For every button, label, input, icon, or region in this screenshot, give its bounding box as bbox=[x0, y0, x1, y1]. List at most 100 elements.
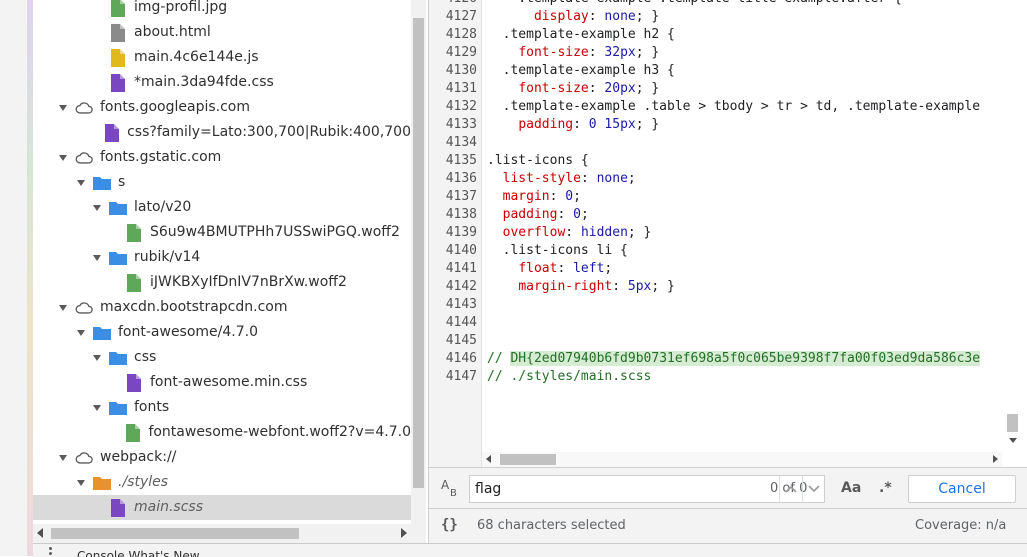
expand-arrow-icon[interactable] bbox=[75, 177, 87, 189]
code-line: 4131 font-size: 20px; } bbox=[429, 80, 1027, 98]
code-line: 4139 overflow: hidden; } bbox=[429, 224, 1027, 242]
tree-item[interactable]: css bbox=[33, 345, 411, 370]
tree-item-label: s bbox=[118, 174, 126, 190]
folder-icon bbox=[109, 399, 127, 417]
code-line: 4143 bbox=[429, 296, 1027, 314]
tree-item[interactable]: fontawesome-webfont.woff2?v=4.7.0 bbox=[33, 420, 411, 445]
code-text[interactable]: .template-example .template-title-exampl… bbox=[487, 0, 902, 8]
tree-item[interactable]: webpack:// bbox=[33, 445, 411, 470]
coverage-status[interactable]: Coverage: n/a bbox=[915, 518, 1006, 533]
line-number: 4130 bbox=[445, 63, 477, 78]
editor-vscroll-thumb[interactable] bbox=[1007, 414, 1018, 432]
tree-item-label: css?family=Lato:300,700|Rubik:400,700 bbox=[127, 124, 411, 140]
expand-arrow-icon[interactable] bbox=[57, 152, 69, 164]
editor-vertical-scrollbar[interactable] bbox=[1004, 0, 1022, 450]
tree-item[interactable]: main.scss bbox=[33, 495, 411, 520]
tree-item[interactable]: about.html bbox=[33, 20, 411, 45]
editor-horizontal-scrollbar[interactable] bbox=[482, 452, 1002, 467]
line-number: 4128 bbox=[445, 27, 477, 42]
pretty-print-button[interactable]: {} bbox=[441, 517, 458, 533]
code-text[interactable]: margin: 0; bbox=[487, 188, 581, 206]
code-text[interactable]: overflow: hidden; } bbox=[487, 224, 652, 242]
line-number: 4138 bbox=[445, 207, 477, 222]
code-line: 4132 .template-example .table > tbody > … bbox=[429, 98, 1027, 116]
css-file-icon bbox=[103, 123, 120, 142]
replace-toggle-icon[interactable]: AB bbox=[441, 478, 461, 500]
tree-item[interactable]: font-awesome/4.7.0 bbox=[33, 320, 411, 345]
expand-arrow-icon[interactable] bbox=[57, 302, 69, 314]
line-number: 4139 bbox=[445, 225, 477, 240]
tree-item[interactable]: maxcdn.bootstrapcdn.com bbox=[33, 295, 411, 320]
code-text[interactable]: list-style: none; bbox=[487, 170, 636, 188]
tree-vertical-scrollbar[interactable] bbox=[411, 0, 426, 543]
tree-item[interactable]: main.4c6e144e.js bbox=[33, 45, 411, 70]
scroll-left-arrow-icon[interactable] bbox=[486, 455, 491, 463]
code-line: 4135 .list-icons { bbox=[429, 152, 1027, 170]
expand-arrow-icon[interactable] bbox=[57, 452, 69, 464]
next-match-button[interactable] bbox=[802, 476, 825, 502]
expand-arrow-icon[interactable] bbox=[91, 202, 103, 214]
editor-hscroll-thumb[interactable] bbox=[500, 454, 556, 465]
tree-item[interactable]: s bbox=[33, 170, 411, 195]
folder-icon bbox=[109, 349, 127, 367]
tree-item-label: S6u9w4BMUTPHh7USSwiPGQ.woff2 bbox=[150, 224, 400, 240]
code-text[interactable]: display: none; } bbox=[487, 8, 659, 26]
code-text[interactable]: margin-right: 5px; } bbox=[487, 278, 675, 296]
tree-item-label: font-awesome/4.7.0 bbox=[118, 324, 258, 340]
code-line: 4145 bbox=[429, 332, 1027, 350]
expand-arrow-icon[interactable] bbox=[57, 102, 69, 114]
code-line: 4134 bbox=[429, 134, 1027, 152]
scroll-down-arrow-icon[interactable] bbox=[1009, 438, 1017, 443]
tree-item[interactable]: fonts.gstatic.com bbox=[33, 145, 411, 170]
code-text[interactable]: font-size: 32px; } bbox=[487, 44, 659, 62]
code-line: 4144 bbox=[429, 314, 1027, 332]
tree-item[interactable]: fonts.googleapis.com bbox=[33, 95, 411, 120]
chevron-up-icon bbox=[785, 485, 797, 493]
scroll-left-arrow-icon[interactable] bbox=[37, 528, 43, 538]
tree-vscroll-thumb[interactable] bbox=[413, 18, 424, 488]
tree-item[interactable]: S6u9w4BMUTPHh7USSwiPGQ.woff2 bbox=[33, 220, 411, 245]
tree-hscroll-thumb[interactable] bbox=[51, 528, 299, 539]
expand-arrow-icon[interactable] bbox=[91, 352, 103, 364]
expand-arrow-icon[interactable] bbox=[91, 252, 103, 264]
search-bar: AB 0 of 0 Aa .* Cancel bbox=[429, 467, 1027, 509]
regex-toggle[interactable]: .* bbox=[879, 480, 892, 496]
match-case-toggle[interactable]: Aa bbox=[841, 480, 861, 496]
cancel-button[interactable]: Cancel bbox=[908, 475, 1016, 503]
code-text[interactable]: padding: 0; bbox=[487, 206, 589, 224]
code-text[interactable]: .list-icons { bbox=[487, 152, 589, 170]
code-text[interactable]: // ./styles/main.scss bbox=[487, 368, 651, 386]
scroll-right-arrow-icon[interactable] bbox=[993, 455, 998, 463]
tree-item[interactable]: *main.3da94fde.css bbox=[33, 70, 411, 95]
code-text[interactable]: // DH{2ed07940b6fd9b0731ef698a5f0c065be9… bbox=[487, 350, 981, 368]
tree-horizontal-scrollbar[interactable] bbox=[33, 524, 411, 543]
scroll-right-arrow-icon[interactable] bbox=[401, 528, 407, 538]
code-line: 4147 // ./styles/main.scss bbox=[429, 368, 1027, 386]
previous-match-button[interactable] bbox=[779, 476, 802, 502]
tree-item[interactable]: fonts bbox=[33, 395, 411, 420]
expand-arrow-icon[interactable] bbox=[75, 477, 87, 489]
code-text[interactable]: float: left; bbox=[487, 260, 612, 278]
bottom-drawer: Console What's New ... bbox=[33, 543, 1027, 557]
expand-arrow-icon[interactable] bbox=[91, 402, 103, 414]
code-text[interactable]: padding: 0 15px; } bbox=[487, 116, 659, 134]
search-field[interactable]: 0 of 0 bbox=[469, 475, 825, 503]
code-line: 4133 padding: 0 15px; } bbox=[429, 116, 1027, 134]
code-text[interactable]: font-size: 20px; } bbox=[487, 80, 659, 98]
folder-icon bbox=[109, 249, 127, 267]
code-text[interactable]: .template-example h2 { bbox=[487, 26, 675, 44]
tree-item[interactable]: ./styles bbox=[33, 470, 411, 495]
tree-item[interactable]: rubik/v14 bbox=[33, 245, 411, 270]
tree-item[interactable]: lato/v20 bbox=[33, 195, 411, 220]
code-text[interactable]: .template-example .table > tbody > tr > … bbox=[487, 98, 980, 116]
tree-item[interactable]: font-awesome.min.css bbox=[33, 370, 411, 395]
tree-item[interactable]: css?family=Lato:300,700|Rubik:400,700 bbox=[33, 120, 411, 145]
search-input[interactable] bbox=[475, 479, 715, 499]
code-editor[interactable]: 4126 .template-example .template-title-e… bbox=[429, 0, 1027, 467]
line-number: 4141 bbox=[445, 261, 477, 276]
code-text[interactable]: .list-icons li { bbox=[487, 242, 628, 260]
tree-item[interactable]: iJWKBXyIfDnIV7nBrXw.woff2 bbox=[33, 270, 411, 295]
expand-arrow-icon[interactable] bbox=[75, 327, 87, 339]
tree-item[interactable]: img-profil.jpg bbox=[33, 0, 411, 20]
code-text[interactable]: .template-example h3 { bbox=[487, 62, 675, 80]
